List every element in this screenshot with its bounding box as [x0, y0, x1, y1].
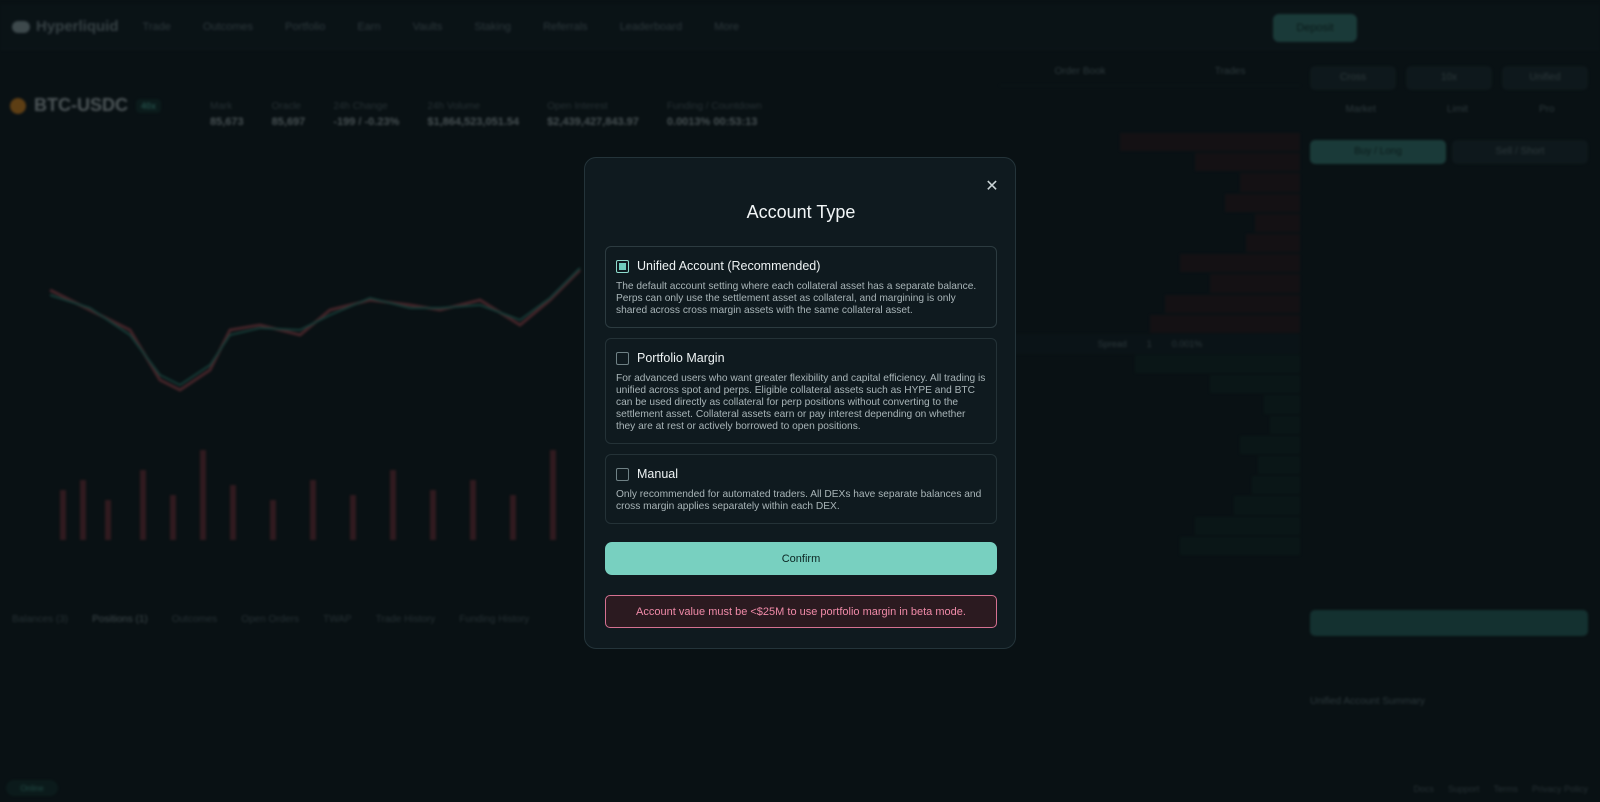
option-unified-account[interactable]: Unified Account (Recommended) The defaul…: [605, 246, 997, 328]
option-description: The default account setting where each c…: [616, 281, 977, 316]
option-portfolio-margin[interactable]: Portfolio Margin For advanced users who …: [605, 338, 997, 444]
portfolio-margin-warning: Account value must be <$25M to use portf…: [605, 595, 997, 628]
option-title: Portfolio Margin: [637, 351, 725, 365]
manual-checkbox[interactable]: [616, 467, 629, 481]
unified-account-checkbox[interactable]: [616, 259, 629, 273]
option-description: For advanced users who want greater flex…: [616, 373, 986, 432]
option-title: Manual: [637, 467, 678, 481]
option-manual[interactable]: Manual Only recommended for automated tr…: [605, 454, 997, 524]
confirm-button[interactable]: Confirm: [605, 542, 997, 575]
option-title: Unified Account (Recommended): [637, 259, 821, 273]
option-description: Only recommended for automated traders. …: [616, 489, 982, 512]
portfolio-margin-checkbox[interactable]: [616, 351, 629, 365]
modal-title: Account Type: [746, 202, 856, 222]
close-icon[interactable]: ✕: [985, 179, 999, 195]
account-type-modal: ✕ Account Type Unified Account (Recommen…: [584, 157, 1016, 649]
